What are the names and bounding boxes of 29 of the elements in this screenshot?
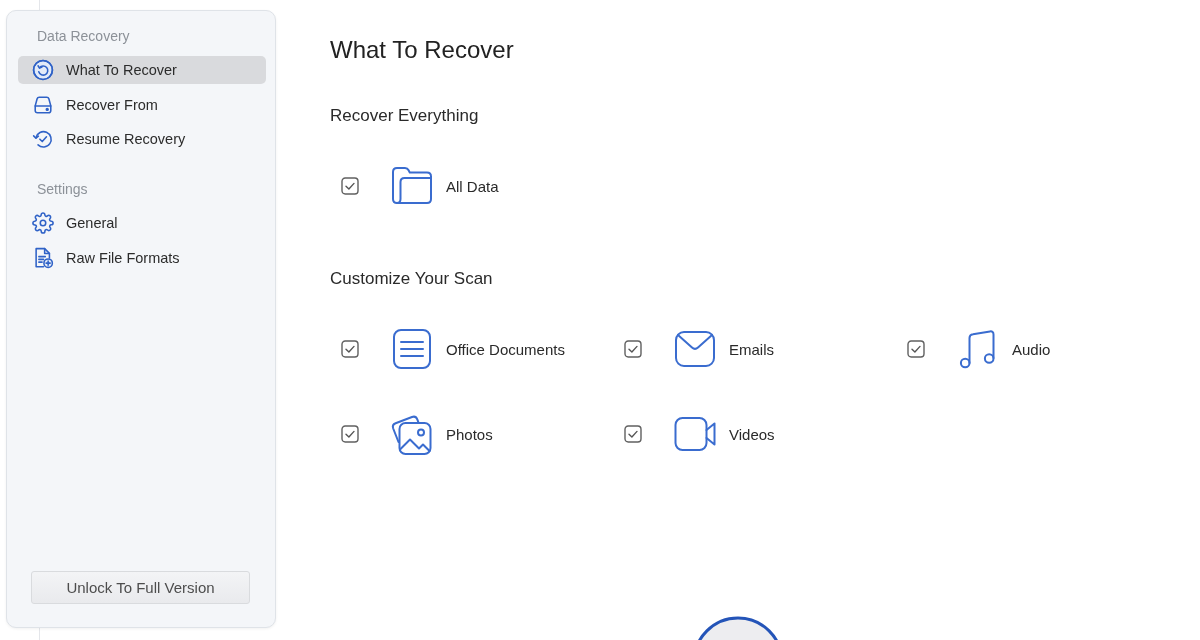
unlock-button[interactable]: Unlock To Full Version <box>31 571 250 604</box>
document-icon <box>390 327 434 371</box>
checkbox[interactable] <box>341 425 359 443</box>
checkbox[interactable] <box>624 340 642 358</box>
option-label: Audio <box>1012 340 1051 358</box>
option-label: Videos <box>729 425 775 443</box>
circular-arrow-check-icon <box>32 128 54 150</box>
nav-item[interactable]: Recover From <box>18 90 266 119</box>
nav-item[interactable]: General <box>18 209 266 237</box>
page-title: What To Recover <box>330 36 515 64</box>
section-heading: Recover Everything <box>330 106 480 126</box>
option-label: Office Documents <box>446 340 565 358</box>
option-label: Photos <box>446 425 493 443</box>
gear-icon <box>32 212 54 234</box>
option-label: Emails <box>729 340 774 358</box>
nav-item[interactable]: Raw File Formats <box>18 243 266 272</box>
nav-item[interactable]: Resume Recovery <box>18 125 266 153</box>
section-heading: Data Recovery <box>36 27 131 45</box>
checkbox[interactable] <box>341 177 359 195</box>
checkbox[interactable] <box>624 425 642 443</box>
section-heading: Customize Your Scan <box>330 269 494 289</box>
nav-item[interactable]: What To Recover <box>18 56 266 84</box>
checkbox[interactable] <box>341 340 359 358</box>
option-label: All Data <box>446 177 499 195</box>
checkbox[interactable] <box>907 340 925 358</box>
hard-drive-icon <box>32 93 54 116</box>
circular-arrow-icon <box>32 59 54 81</box>
document-plus-icon <box>32 246 54 269</box>
section-heading: Settings <box>36 180 89 198</box>
